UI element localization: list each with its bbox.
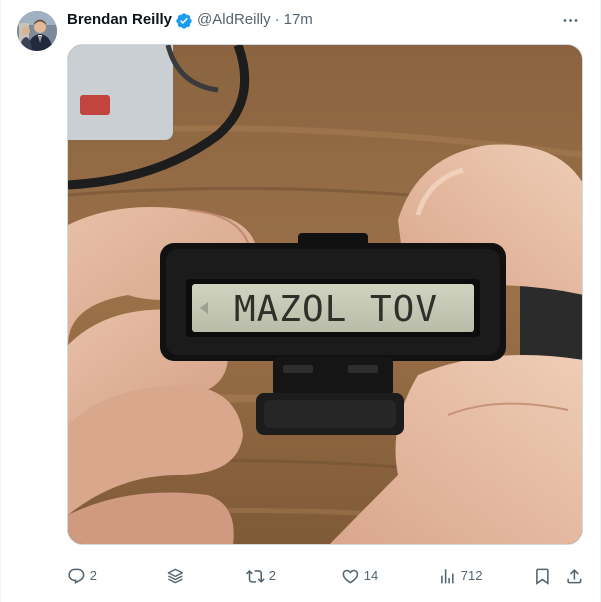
share-button[interactable]	[565, 562, 584, 590]
reply-button[interactable]: 2	[67, 562, 97, 590]
bookmark-button[interactable]	[533, 562, 552, 590]
lcd-message: MAZOL TOV	[234, 289, 438, 330]
like-count: 14	[363, 568, 379, 583]
like-button[interactable]: 14	[341, 562, 378, 590]
tweet-header: Brendan Reilly @AldReilly · 17m	[67, 10, 313, 30]
repost-count: 2	[268, 568, 276, 583]
tweet-photo[interactable]: MAZOL TOV	[67, 44, 583, 545]
avatar[interactable]	[17, 11, 57, 51]
heart-icon	[342, 569, 359, 584]
timestamp[interactable]: 17m	[284, 10, 313, 30]
views-icon	[441, 568, 454, 584]
pager-photo: MAZOL TOV	[68, 45, 582, 544]
grok-icon	[167, 568, 184, 583]
repost-icon	[246, 569, 265, 583]
tweet[interactable]: Brendan Reilly @AldReilly · 17m MAZOL TO…	[0, 0, 601, 602]
reply-icon	[68, 568, 85, 584]
bookmark-icon	[536, 568, 549, 585]
display-name[interactable]: Brendan Reilly	[67, 10, 172, 30]
share-icon	[567, 568, 582, 584]
more-icon	[563, 18, 577, 22]
reply-count: 2	[89, 568, 97, 583]
views-count: 712	[460, 568, 483, 583]
tweet-actions: 2 2 14 712	[67, 562, 587, 590]
verified-badge-icon	[175, 12, 193, 30]
user-handle[interactable]: @AldReilly	[197, 10, 271, 30]
separator-dot: ·	[274, 11, 280, 28]
avatar-image	[17, 11, 57, 51]
more-button[interactable]	[558, 10, 582, 30]
grok-button[interactable]	[166, 562, 185, 590]
views-button[interactable]: 712	[438, 562, 482, 590]
repost-button[interactable]: 2	[246, 562, 276, 590]
